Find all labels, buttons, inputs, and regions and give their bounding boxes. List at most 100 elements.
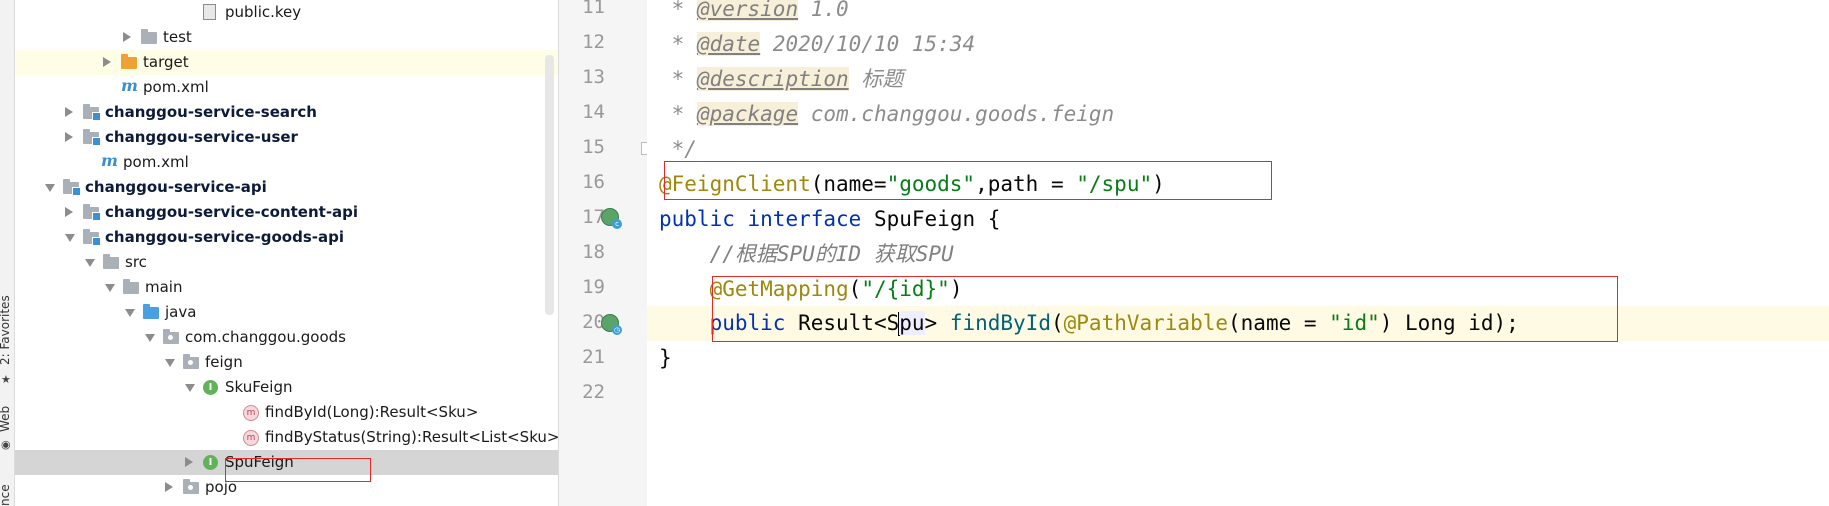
expanded-arrow-icon[interactable] [125,309,135,317]
package-icon [183,354,199,369]
folder-icon [141,29,157,44]
line-number: 18 [582,241,605,263]
tree-node[interactable]: com.changgou.goods [15,325,558,350]
maven-icon: m [101,151,118,170]
module-icon [63,179,81,196]
tree-node[interactable]: I SpuFeign [15,450,558,475]
tree-node[interactable]: changgou-service-content-api [15,200,558,225]
tree-node[interactable]: m pom.xml [15,150,558,175]
tree-node[interactable]: feign [15,350,558,375]
code-editor[interactable]: * @version 1.0 * @date 2020/10/10 15:34 … [647,0,1829,506]
web-icon: ◉ [1,438,11,451]
tree-node-label: changgou-service-api [85,178,267,196]
line-number: 15 [582,136,605,158]
tree-node-label: pom.xml [143,78,209,96]
tree-node[interactable]: changgou-service-api [15,175,558,200]
tree-node-label: main [145,278,183,296]
spring-gutter-icon[interactable]: ◷ [601,314,622,335]
tree-node[interactable]: public.key [15,0,558,25]
expanded-arrow-icon[interactable] [65,234,75,242]
source-folder-icon [143,304,159,319]
implementation-gutter-icon[interactable]: c [601,208,622,229]
tree-node[interactable]: m findByStatus(String):Result<List<Sku>> [15,425,558,450]
star-icon: ★ [1,373,11,386]
expanded-arrow-icon[interactable] [45,184,55,192]
folder-icon [123,279,139,294]
module-icon [83,229,101,246]
line-number: 13 [582,66,605,88]
tree-node-label: SkuFeign [225,378,293,396]
tree-node-label: com.changgou.goods [185,328,346,346]
interface-icon: I [203,380,218,395]
code-line-11: * @version 1.0 [659,0,849,27]
tree-node[interactable]: main [15,275,558,300]
tree-node[interactable]: test [15,25,558,50]
tree-node-label: java [165,303,197,321]
code-line-13: * @description 标题 [659,67,904,91]
collapsed-arrow-icon[interactable] [65,207,73,217]
tool-window-strip: 2: Favorites ★ Web ◉ nce [0,0,15,506]
collapsed-arrow-icon[interactable] [123,32,131,42]
line-number: 16 [582,171,605,193]
code-line-15: */ [659,137,697,161]
tree-node-label: SpuFeign [225,453,294,471]
project-tree: public.key test target m pom.xml changgou-ser… [15,0,558,506]
favorites-tab[interactable]: 2: Favorites [0,295,12,365]
tree-node[interactable]: changgou-service-search [15,100,558,125]
web-tab[interactable]: Web [0,406,12,432]
tree-node[interactable]: src [15,250,558,275]
file-icon [203,4,216,20]
tree-node[interactable]: changgou-service-user [15,125,558,150]
tree-node-label: pom.xml [123,153,189,171]
tree-node[interactable]: I SkuFeign [15,375,558,400]
tree-node[interactable]: java [15,300,558,325]
tree-node-label: target [143,53,189,71]
tree-node[interactable]: changgou-service-goods-api [15,225,558,250]
tree-node[interactable]: m pom.xml [15,75,558,100]
expanded-arrow-icon[interactable] [105,284,115,292]
expanded-arrow-icon[interactable] [85,259,95,267]
line-number: 21 [582,346,605,368]
expanded-arrow-icon[interactable] [185,384,195,392]
tree-node-label: changgou-service-goods-api [105,228,345,246]
collapsed-arrow-icon[interactable] [65,132,73,142]
tree-node-label: changgou-service-user [105,128,298,146]
module-icon [83,129,101,146]
code-line-18: //根据SPU的ID 获取SPU [659,242,954,266]
tree-node-label: pojo [205,478,238,496]
tree-node-label: public.key [225,3,302,21]
method-icon: m [243,430,259,446]
expanded-arrow-icon[interactable] [145,334,155,342]
tree-scrollbar[interactable] [545,55,554,315]
module-icon [83,104,101,121]
collapsed-arrow-icon[interactable] [185,457,193,467]
code-line-21: } [659,346,672,370]
code-line-12: * @date 2020/10/10 15:34 [659,32,976,56]
tree-node-label: test [163,28,192,46]
package-icon [163,329,179,344]
interface-icon: I [203,455,218,470]
editor-gutter: 11 12 13 14 15 16 17 18 19 20 21 22 c ◷ [558,0,654,506]
collapsed-arrow-icon[interactable] [65,107,73,117]
method-icon: m [243,405,259,421]
excluded-folder-icon [121,54,137,69]
tree-node-label: findById(Long):Result<Sku> [265,403,479,421]
persistence-tab[interactable]: nce [0,484,12,506]
module-icon [83,204,101,221]
tree-node[interactable]: target [15,50,558,75]
code-line-19: @GetMapping("/{id}") [709,277,963,301]
code-line-20: public Result<Spu> findById(@PathVariabl… [709,311,1519,336]
collapsed-arrow-icon[interactable] [103,57,111,67]
tree-node[interactable]: pojo [15,475,558,500]
tree-node-label: changgou-service-search [105,103,317,121]
collapsed-arrow-icon[interactable] [165,482,173,492]
line-number: 11 [582,0,605,18]
tree-node-label: changgou-service-content-api [105,203,359,221]
tree-node[interactable]: m findById(Long):Result<Sku> [15,400,558,425]
code-line-17: public interface SpuFeign { [659,207,1001,231]
package-icon [183,479,199,494]
line-number: 12 [582,31,605,53]
tree-node-label: src [125,253,147,271]
expanded-arrow-icon[interactable] [165,359,175,367]
maven-icon: m [121,76,138,95]
